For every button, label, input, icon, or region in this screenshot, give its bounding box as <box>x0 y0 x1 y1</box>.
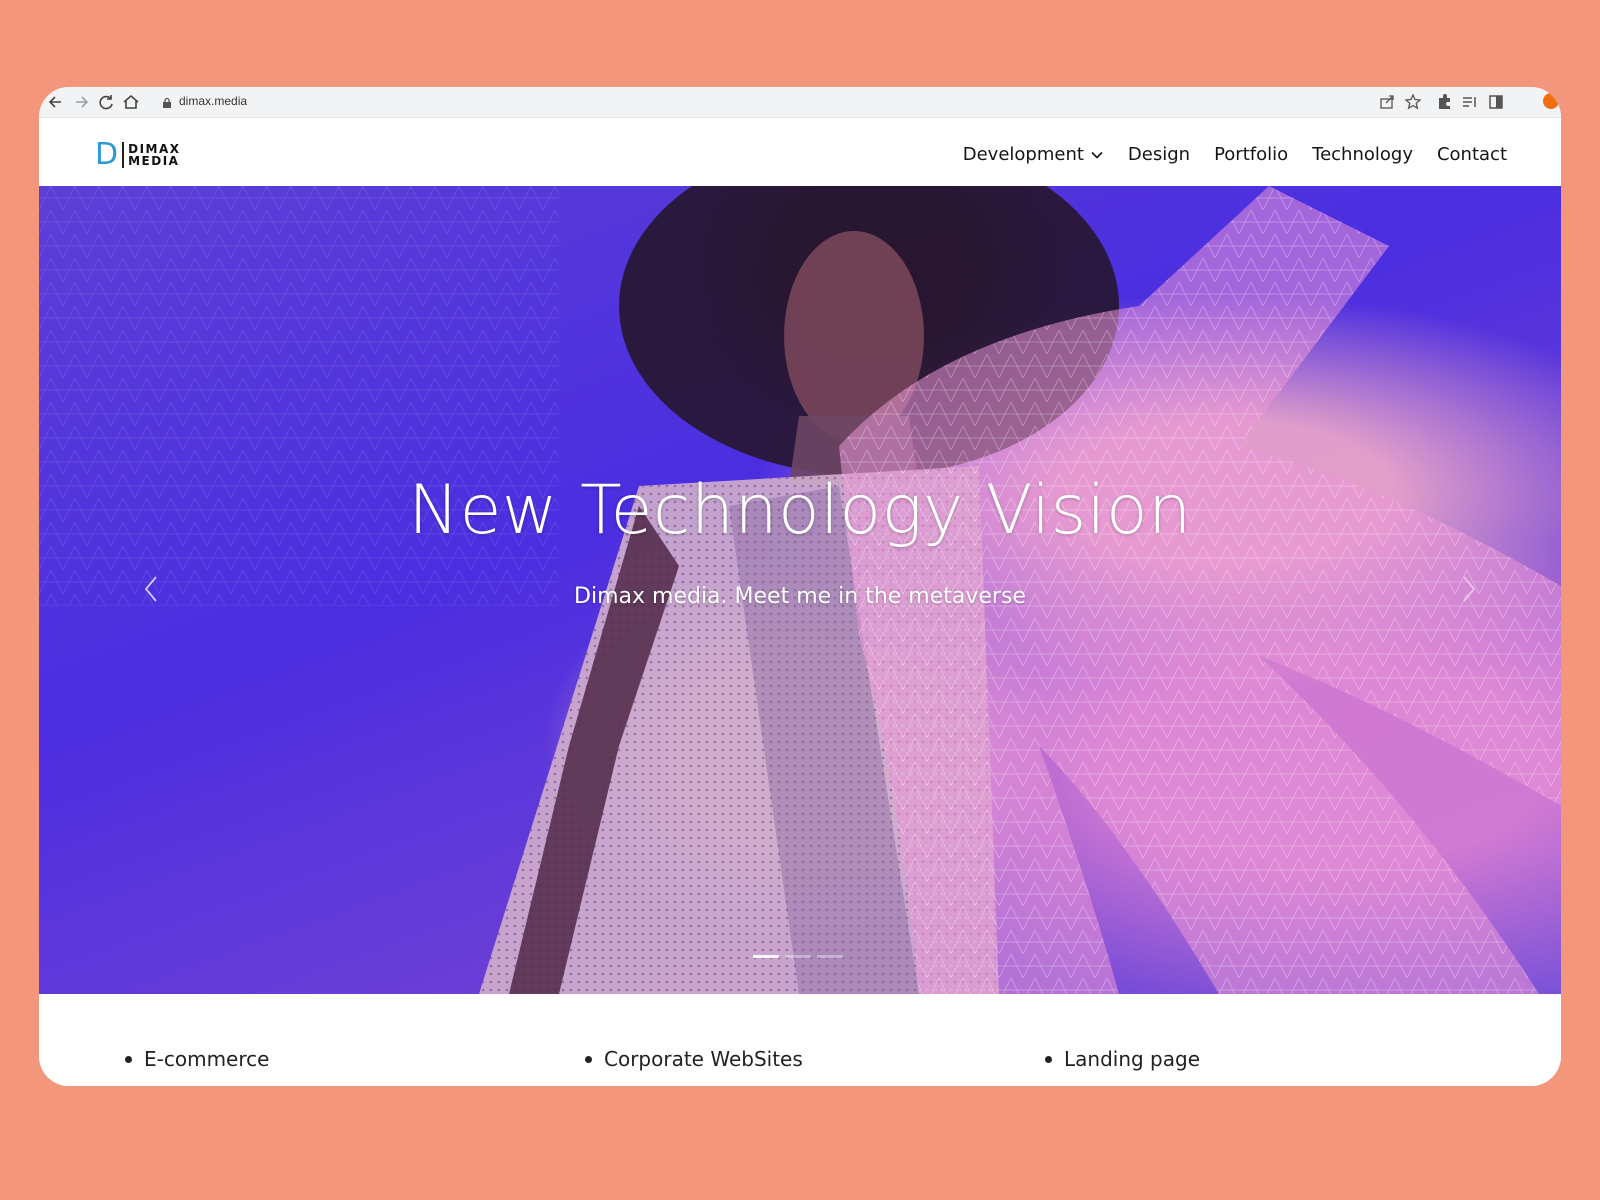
site-header: D DIMAX MEDIA Development Design Portfol… <box>39 118 1561 186</box>
hero-carousel: New Technology Vision Dimax media. Meet … <box>39 186 1561 994</box>
hero-subtitle: Dimax media. Meet me in the metaverse <box>574 584 1026 609</box>
browser-toolbar: dimax.media <box>39 87 1561 118</box>
carousel-indicator[interactable] <box>753 955 779 958</box>
bullet <box>585 1055 592 1063</box>
logo-mark: D <box>95 137 119 172</box>
list-item: Corporate WebSites <box>585 1047 803 1071</box>
reading-list-icon[interactable] <box>1459 91 1481 113</box>
carousel-prev-button[interactable] <box>141 571 163 607</box>
nav-design[interactable]: Design <box>1128 144 1190 165</box>
site-logo[interactable]: D DIMAX MEDIA <box>95 140 181 170</box>
main-nav: Development Design Portfolio Technology … <box>963 144 1507 165</box>
address-bar[interactable]: dimax.media <box>151 90 1451 114</box>
home-icon[interactable] <box>120 91 142 113</box>
lock-icon <box>161 96 173 108</box>
nav-technology[interactable]: Technology <box>1312 144 1413 165</box>
service-label: Corporate WebSites <box>604 1047 803 1071</box>
carousel-indicators <box>753 955 843 958</box>
forward-arrow-icon[interactable] <box>70 91 92 113</box>
side-panel-icon[interactable] <box>1485 91 1507 113</box>
logo-divider <box>122 142 125 168</box>
nav-portfolio[interactable]: Portfolio <box>1214 144 1288 165</box>
services-list: E-commerce Corporate WebSites Landing pa… <box>39 994 1561 1086</box>
bookmark-star-icon[interactable] <box>1402 91 1424 113</box>
extensions-icon[interactable] <box>1433 91 1455 113</box>
bullet <box>1045 1055 1052 1063</box>
browser-window: dimax.media D DIMAX MEDIA Development De… <box>39 87 1561 1086</box>
nav-development-label: Development <box>962 144 1084 165</box>
reload-icon[interactable] <box>95 91 117 113</box>
chevron-down-icon <box>1091 151 1103 159</box>
carousel-indicator[interactable] <box>785 955 811 958</box>
service-label: Landing page <box>1064 1047 1201 1071</box>
bullet <box>125 1055 132 1063</box>
logo-wordmark: DIMAX MEDIA <box>128 143 180 167</box>
nav-contact[interactable]: Contact <box>1437 144 1507 165</box>
carousel-next-button[interactable] <box>1457 571 1479 607</box>
chevron-left-icon <box>144 576 157 602</box>
list-item: Landing page <box>1045 1047 1200 1071</box>
nav-development[interactable]: Development <box>963 144 1104 165</box>
carousel-indicator[interactable] <box>817 955 843 958</box>
url-text[interactable]: dimax.media <box>179 94 247 108</box>
logo-line-2: MEDIA <box>128 154 180 168</box>
share-icon[interactable] <box>1376 91 1398 113</box>
profile-avatar[interactable] <box>1543 93 1559 109</box>
chevron-right-icon <box>1463 576 1476 602</box>
back-arrow-icon[interactable] <box>45 91 67 113</box>
list-item: E-commerce <box>125 1047 269 1071</box>
hero-title: New Technology Vision <box>408 471 1192 550</box>
service-label: E-commerce <box>144 1047 270 1071</box>
